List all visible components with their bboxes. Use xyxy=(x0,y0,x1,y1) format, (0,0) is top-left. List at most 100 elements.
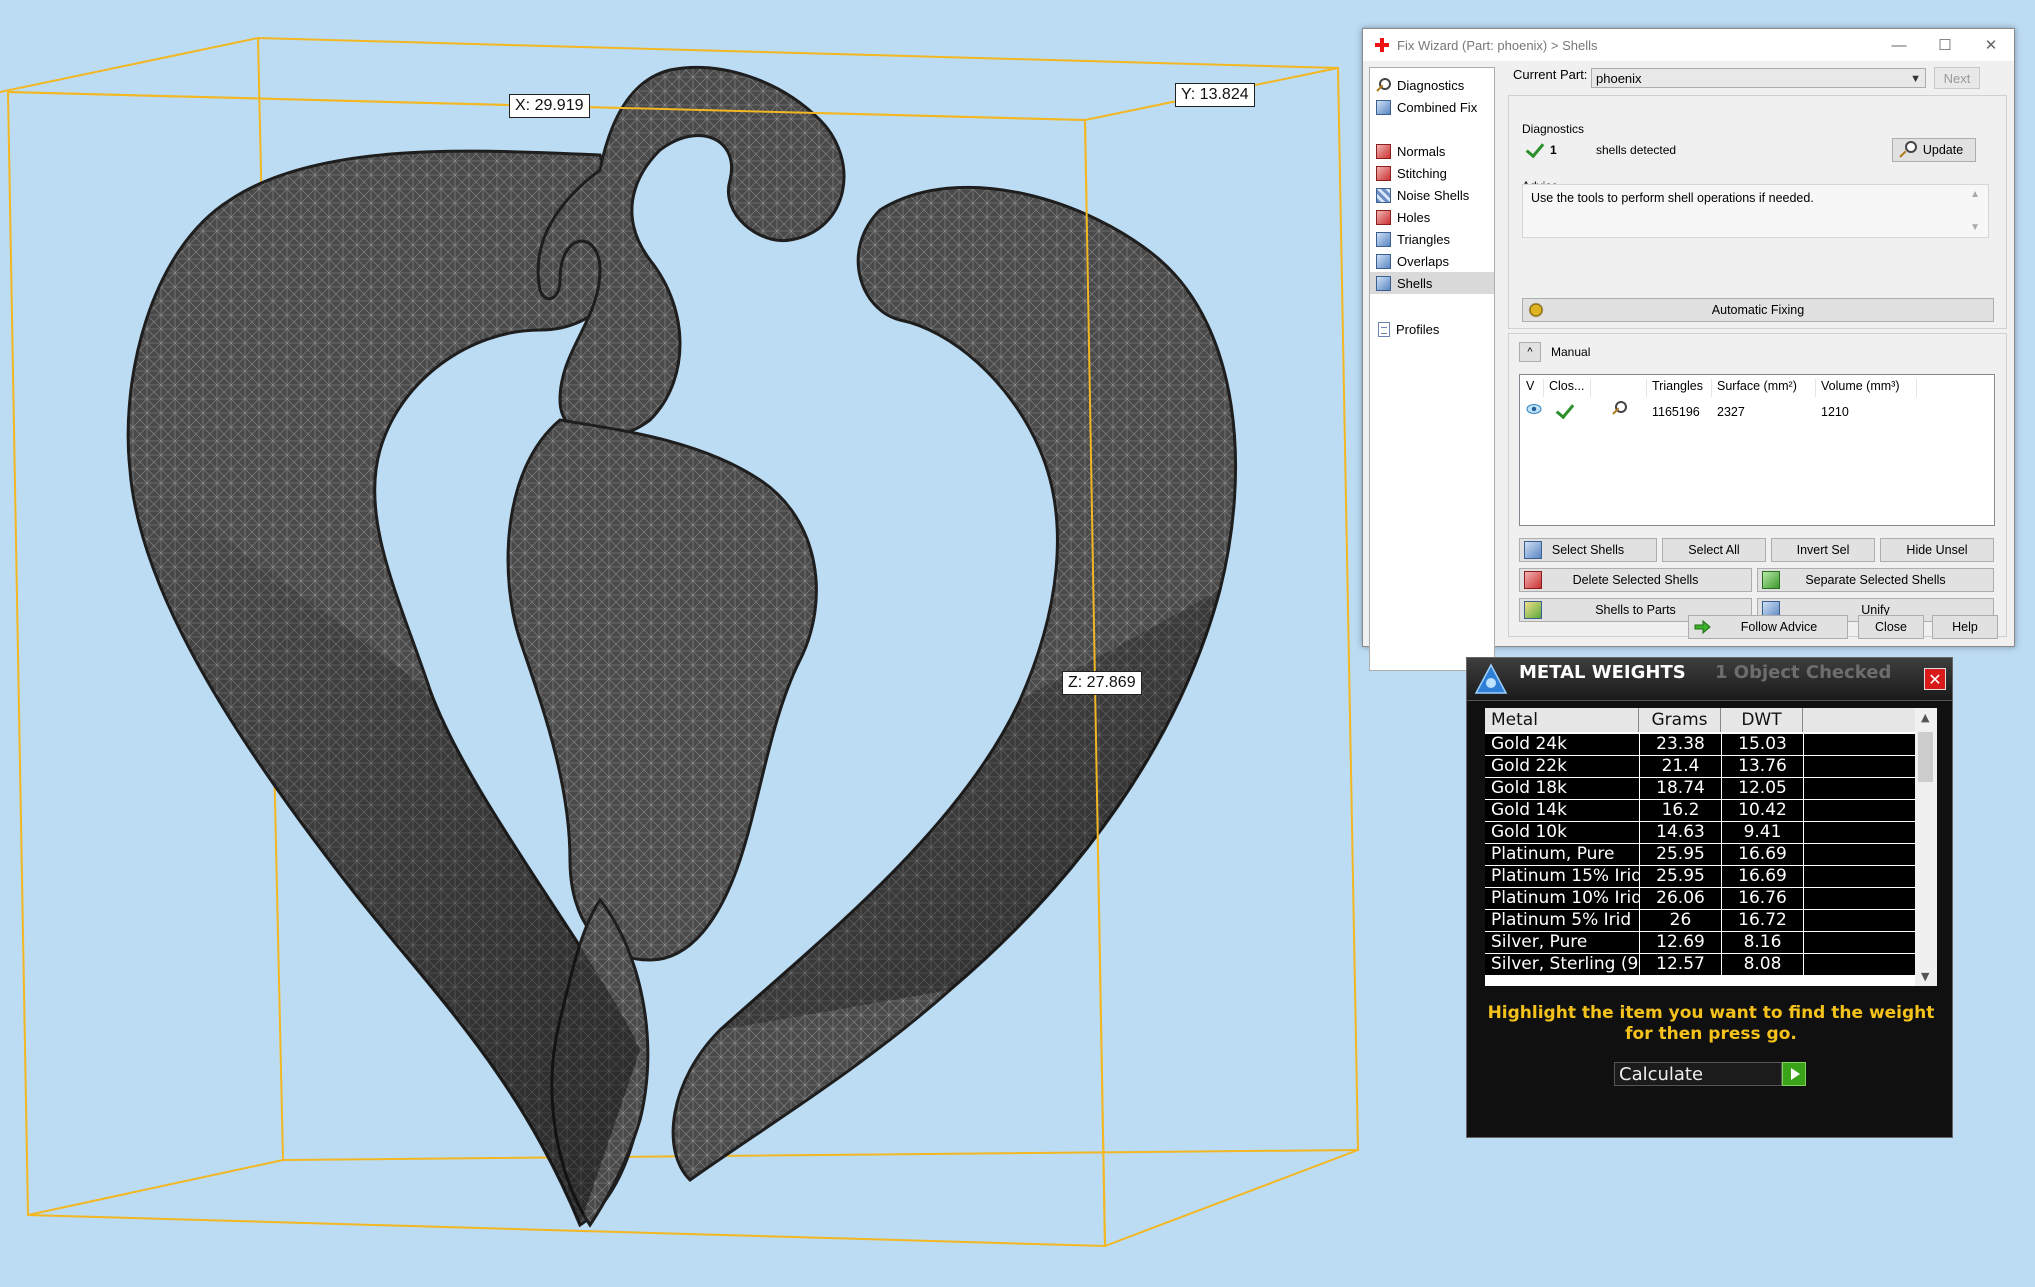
eye-icon[interactable] xyxy=(1526,403,1542,418)
phoenix-model[interactable] xyxy=(126,66,1238,1228)
nav-label: Profiles xyxy=(1396,321,1440,337)
metal-name-cell: Platinum 10% Irid xyxy=(1485,888,1639,909)
shells-detected-text: shells detected xyxy=(1596,143,1677,157)
metal-name-cell: Platinum 5% Irid xyxy=(1485,910,1639,931)
separate-selected-shells-button[interactable]: Separate Selected Shells xyxy=(1757,568,1994,592)
table-row[interactable]: Platinum, Pure 25.95 16.69 xyxy=(1485,844,1915,866)
metal-weights-table[interactable]: Metal Grams DWT Gold 24k 23.38 15.03 Gold 2… xyxy=(1485,708,1915,986)
column-header-metal[interactable]: Metal xyxy=(1485,708,1639,732)
table-row[interactable]: Silver, Pure 12.69 8.16 xyxy=(1485,932,1915,954)
collapse-manual-button[interactable]: ^ xyxy=(1519,342,1541,362)
magnifier-icon[interactable] xyxy=(1612,401,1633,419)
scroll-down-icon[interactable]: ▼ xyxy=(1970,222,1980,233)
dimension-y-label: Y: 13.824 xyxy=(1175,83,1255,107)
update-label: Update xyxy=(1922,143,1964,157)
dwt-cell: 9.41 xyxy=(1722,822,1803,843)
column-header-visible[interactable]: V xyxy=(1522,379,1544,397)
nav-label: Diagnostics xyxy=(1397,77,1465,93)
metal-weights-panel[interactable]: METAL WEIGHTS 1 Object Checked ✕ Metal G… xyxy=(1466,657,1953,1138)
metal-name-cell: Silver, Sterling (9... xyxy=(1485,954,1639,975)
table-row[interactable]: Platinum 10% Irid 26.06 16.76 xyxy=(1485,888,1915,910)
advice-text-box[interactable]: Use the tools to perform shell operation… xyxy=(1522,184,1989,238)
close-icon[interactable]: ✕ xyxy=(1924,668,1946,690)
select-shells-label: Select Shells xyxy=(1551,543,1625,557)
hide-unsel-button[interactable]: Hide Unsel xyxy=(1880,538,1994,562)
close-icon[interactable]: ✕ xyxy=(1968,29,2014,61)
scroll-down-icon[interactable]: ▼ xyxy=(1921,970,1929,983)
extra-cell xyxy=(1804,910,1915,931)
nav-label: Combined Fix xyxy=(1397,99,1478,115)
table-row[interactable]: Gold 14k 16.2 10.42 xyxy=(1485,800,1915,822)
column-header-grams[interactable]: Grams xyxy=(1639,708,1721,732)
select-all-label: Select All xyxy=(1688,543,1740,557)
noise-shells-icon xyxy=(1376,187,1391,203)
grams-cell: 26.06 xyxy=(1640,888,1721,909)
scrollbar[interactable]: ▲ ▼ xyxy=(1915,708,1937,986)
help-button[interactable]: Help xyxy=(1932,615,1998,639)
holes-icon xyxy=(1376,209,1391,225)
current-part-value: phoenix xyxy=(1596,71,1642,86)
arrow-right-icon xyxy=(1693,618,1711,636)
nav-label: Holes xyxy=(1397,209,1431,225)
nav-item-combined-fix[interactable]: Combined Fix xyxy=(1370,96,1494,118)
extra-cell xyxy=(1804,822,1915,843)
column-header-action[interactable] xyxy=(1592,379,1647,397)
column-header-surface[interactable]: Surface (mm²) xyxy=(1713,379,1816,397)
grams-cell: 12.69 xyxy=(1640,932,1721,953)
column-header-closed[interactable]: Clos... xyxy=(1545,379,1591,397)
follow-advice-label: Follow Advice xyxy=(1740,620,1818,634)
current-part-select[interactable]: phoenix ▼ xyxy=(1591,68,1926,88)
grams-cell: 23.38 xyxy=(1640,734,1721,755)
scroll-thumb[interactable] xyxy=(1918,732,1933,782)
close-button[interactable]: Close xyxy=(1858,615,1924,639)
table-row[interactable]: Gold 18k 18.74 12.05 xyxy=(1485,778,1915,800)
scale-logo-icon xyxy=(1474,663,1508,694)
column-header-triangles[interactable]: Triangles xyxy=(1648,379,1712,397)
shells-table[interactable]: V Clos... Triangles Surface (mm²) Volume… xyxy=(1519,374,1995,526)
nav-item-noise-shells[interactable]: Noise Shells xyxy=(1370,184,1494,206)
fix-wizard-window[interactable]: Fix Wizard (Part: phoenix) > Shells — ☐ … xyxy=(1362,28,2015,671)
grams-cell: 18.74 xyxy=(1640,778,1721,799)
table-row[interactable]: Gold 24k 23.38 15.03 xyxy=(1485,734,1915,756)
table-row[interactable]: Gold 22k 21.4 13.76 xyxy=(1485,756,1915,778)
table-row[interactable]: Platinum 5% Irid 26 16.72 xyxy=(1485,910,1915,932)
table-row[interactable]: Gold 10k 14.63 9.41 xyxy=(1485,822,1915,844)
calculate-field[interactable]: Calculate xyxy=(1614,1062,1782,1086)
select-all-button[interactable]: Select All xyxy=(1662,538,1766,562)
column-header-dwt[interactable]: DWT xyxy=(1721,708,1803,732)
scroll-up-icon[interactable]: ▲ xyxy=(1970,189,1980,200)
next-button[interactable]: Next xyxy=(1934,67,1980,89)
scroll-up-icon[interactable]: ▲ xyxy=(1921,711,1929,724)
follow-advice-button[interactable]: Follow Advice xyxy=(1688,615,1848,639)
column-header-volume[interactable]: Volume (mm³) xyxy=(1817,379,1917,397)
table-row[interactable]: Silver, Sterling (9... 12.57 8.08 xyxy=(1485,954,1915,976)
grams-cell: 12.57 xyxy=(1640,954,1721,975)
nav-item-holes[interactable]: Holes xyxy=(1370,206,1494,228)
minimize-icon[interactable]: — xyxy=(1876,29,1922,61)
select-shells-button[interactable]: Select Shells xyxy=(1519,538,1657,562)
nav-item-profiles[interactable]: Profiles xyxy=(1370,318,1494,340)
hide-unsel-label: Hide Unsel xyxy=(1906,543,1968,557)
grams-cell: 25.95 xyxy=(1640,844,1721,865)
table-row[interactable]: Platinum 15% Irid 25.95 16.69 xyxy=(1485,866,1915,888)
maximize-icon[interactable]: ☐ xyxy=(1922,29,1968,61)
invert-sel-button[interactable]: Invert Sel xyxy=(1771,538,1875,562)
automatic-fixing-label: Automatic Fixing xyxy=(1711,303,1805,317)
nav-item-normals[interactable]: Normals xyxy=(1370,140,1494,162)
update-button[interactable]: Update xyxy=(1892,138,1976,162)
nav-item-shells[interactable]: Shells xyxy=(1370,272,1494,294)
stitching-icon xyxy=(1376,165,1391,181)
metal-weights-header: METAL WEIGHTS 1 Object Checked ✕ xyxy=(1467,658,1952,701)
current-part-label: Current Part: xyxy=(1513,67,1588,82)
surface-value: 2327 xyxy=(1717,405,1745,419)
automatic-fixing-button[interactable]: Automatic Fixing xyxy=(1522,298,1994,322)
go-button[interactable] xyxy=(1782,1062,1806,1086)
delete-selected-shells-button[interactable]: Delete Selected Shells xyxy=(1519,568,1752,592)
nav-item-diagnostics[interactable]: Diagnostics xyxy=(1370,74,1494,96)
nav-item-overlaps[interactable]: Overlaps xyxy=(1370,250,1494,272)
nav-item-stitching[interactable]: Stitching xyxy=(1370,162,1494,184)
nav-item-triangles[interactable]: Triangles xyxy=(1370,228,1494,250)
invert-sel-label: Invert Sel xyxy=(1796,543,1850,557)
extra-cell xyxy=(1804,932,1915,953)
title-bar[interactable]: Fix Wizard (Part: phoenix) > Shells — ☐ … xyxy=(1363,29,2014,61)
